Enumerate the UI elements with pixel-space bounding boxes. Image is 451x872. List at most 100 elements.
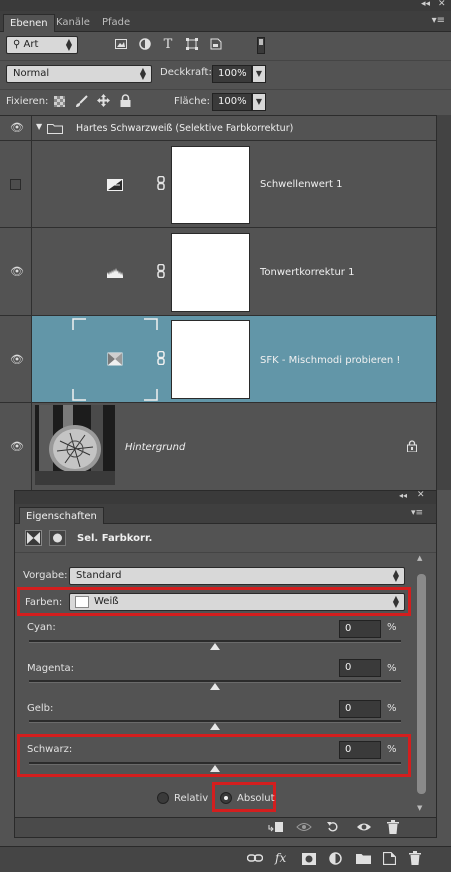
type-filter-icon[interactable]: T — [160, 37, 176, 53]
updown-arrow-icon: ▲ ▼ — [139, 66, 146, 81]
tab-kanaele[interactable]: Kanäle — [50, 14, 96, 32]
collapse-icon[interactable]: ◂◂ — [399, 491, 407, 500]
trash-icon[interactable] — [387, 820, 399, 837]
updown-arrow-icon: ▲ ▼ — [392, 568, 399, 583]
visibility-off-checkbox[interactable] — [10, 179, 21, 190]
eye-icon[interactable]: 👁 — [10, 121, 24, 134]
lock-all-icon[interactable] — [120, 94, 131, 110]
scroll-down-icon[interactable]: ▼ — [417, 804, 422, 812]
slider-thumb[interactable] — [210, 643, 220, 650]
panel-menu-icon[interactable]: ▾≡ — [432, 15, 445, 26]
close-icon[interactable]: ✕ — [438, 0, 446, 9]
color-swatch — [75, 596, 89, 608]
clip-to-layer-icon[interactable] — [268, 821, 284, 836]
slider-value-input[interactable]: 0 — [339, 659, 381, 677]
group-expand-icon[interactable]: ▼ — [36, 122, 42, 131]
percent-unit: % — [387, 622, 397, 633]
view-previous-state-icon[interactable] — [296, 821, 312, 836]
slider-value-input[interactable]: 0 — [339, 741, 381, 759]
lock-pixels-brush-icon[interactable] — [75, 95, 88, 111]
layer-name: SFK - Mischmodi probieren ! — [260, 355, 401, 366]
slider-value-input[interactable]: 0 — [339, 700, 381, 718]
eye-icon[interactable]: 👁 — [10, 265, 24, 278]
eye-icon[interactable]: 👁 — [10, 353, 24, 366]
background-image-thumbnail[interactable] — [35, 405, 115, 485]
shape-filter-icon[interactable] — [184, 38, 200, 54]
panel-menu-icon[interactable]: ▾≡ — [411, 508, 423, 518]
search-icon: ⚲ — [13, 39, 21, 50]
tab-pfade[interactable]: Pfade — [96, 14, 136, 32]
colors-dropdown[interactable]: Weiß ▲ ▼ — [69, 593, 405, 611]
fill-input[interactable]: 100% — [212, 93, 252, 111]
layer-name: Hintergrund — [125, 442, 186, 453]
filter-toggle-icon[interactable] — [257, 37, 265, 54]
radio-absolute[interactable] — [220, 792, 232, 804]
colors-value: Weiß — [94, 596, 119, 607]
slider-value-input[interactable]: 0 — [339, 620, 381, 638]
collapse-icon[interactable]: ◂◂ — [421, 0, 430, 9]
preset-dropdown[interactable]: Standard ▲ ▼ — [69, 567, 405, 585]
properties-header: ◂◂ ✕ — [15, 490, 436, 504]
layer-name: Schwellenwert 1 — [260, 179, 343, 190]
eye-icon[interactable]: 👁 — [10, 440, 24, 453]
layer-row-threshold[interactable]: Schwellenwert 1 — [0, 141, 436, 228]
layer-mask-thumbnail[interactable] — [171, 233, 250, 312]
add-mask-icon[interactable] — [302, 853, 316, 868]
tab-eigenschaften[interactable]: Eigenschaften — [19, 507, 104, 524]
layer-style-fx-icon[interactable]: fx — [275, 851, 286, 865]
slider-label: Schwarz: — [27, 744, 73, 755]
layer-row-selective-color[interactable]: 👁 SFK - Mischmodi probieren ! — [0, 316, 436, 403]
adjustment-filter-icon[interactable] — [137, 38, 153, 54]
link-layers-icon[interactable] — [246, 853, 264, 866]
close-icon[interactable]: ✕ — [417, 490, 425, 500]
selective-color-icon — [107, 352, 123, 366]
panel-tab-bar: Ebenen Kanäle Pfade ▾≡ — [0, 11, 451, 32]
radio-relative[interactable] — [157, 792, 169, 804]
delete-layer-trash-icon[interactable] — [409, 851, 421, 868]
slider-thumb[interactable] — [210, 765, 220, 772]
lock-position-move-icon[interactable] — [97, 94, 110, 110]
new-layer-icon[interactable] — [382, 851, 397, 868]
visibility-column: 👁 — [0, 116, 32, 140]
link-chain-icon[interactable] — [157, 263, 165, 281]
mask-icon[interactable] — [49, 530, 66, 549]
layer-row-levels[interactable]: 👁 Tonwertkorrektur 1 — [0, 228, 436, 316]
radio-absolute-label: Absolut — [237, 793, 275, 804]
new-group-folder-icon[interactable] — [356, 853, 371, 867]
layer-mask-thumbnail[interactable] — [171, 320, 250, 399]
smartobject-filter-icon[interactable] — [208, 38, 224, 54]
blend-row: Normal ▲ ▼ Deckkraft: 100% ▼ — [0, 60, 451, 88]
blend-mode-dropdown[interactable]: Normal ▲ ▼ — [6, 65, 152, 83]
layer-name: Tonwertkorrektur 1 — [260, 267, 355, 278]
opacity-dropdown-button[interactable]: ▼ — [252, 65, 266, 83]
new-adjustment-layer-icon[interactable] — [329, 852, 342, 868]
layer-row-background[interactable]: 👁 Hintergrund — [0, 403, 436, 490]
slider-thumb[interactable] — [210, 723, 220, 730]
filter-kind-dropdown[interactable]: ⚲ Art ▲ ▼ — [6, 36, 78, 54]
layer-name: Hartes Schwarzweiß (Selektive Farbkorrek… — [76, 123, 294, 134]
fill-dropdown-button[interactable]: ▼ — [252, 93, 266, 111]
layers-footer-toolbar: fx — [0, 846, 451, 872]
reset-adjustment-icon[interactable] — [327, 821, 339, 836]
properties-title: Sel. Farbkorr. — [77, 533, 153, 544]
percent-unit: % — [387, 663, 397, 674]
layer-group-row[interactable]: 👁 ▼ Hartes Schwarzweiß (Selektive Farbko… — [0, 116, 436, 141]
opacity-label: Deckkraft: — [160, 67, 212, 78]
link-chain-icon[interactable] — [157, 350, 165, 368]
link-chain-icon[interactable] — [157, 175, 165, 193]
layers-scrollbar[interactable] — [436, 115, 451, 490]
scroll-thumb[interactable] — [417, 574, 426, 794]
layer-filter-row: ⚲ Art ▲ ▼ T — [0, 33, 451, 59]
percent-unit: % — [387, 703, 397, 714]
toggle-visibility-eye-icon[interactable] — [356, 821, 372, 836]
opacity-input[interactable]: 100% — [212, 65, 252, 83]
lock-transparency-icon[interactable] — [54, 96, 65, 110]
levels-histogram-icon — [107, 266, 123, 278]
percent-unit: % — [387, 744, 397, 755]
properties-scrollbar[interactable]: ▲ ▼ — [415, 554, 428, 816]
image-filter-icon[interactable] — [113, 38, 129, 54]
scroll-up-icon[interactable]: ▲ — [417, 554, 422, 562]
slider-thumb[interactable] — [210, 683, 220, 690]
tab-ebenen[interactable]: Ebenen — [3, 14, 55, 32]
layer-mask-thumbnail[interactable] — [171, 146, 250, 224]
